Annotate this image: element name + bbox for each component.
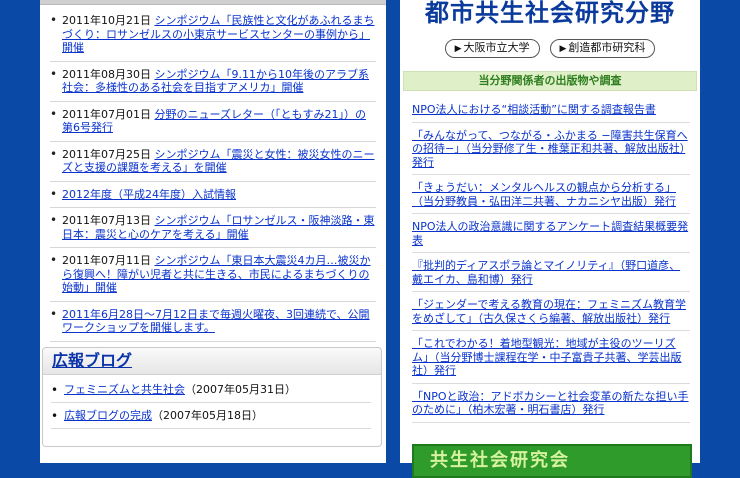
left-column: 2011年10月21日 シンポジウム「民族性と文化があふれるまちづくり：ロサンゼ… <box>40 0 386 463</box>
graduate-school-link-button[interactable]: ▶ 創造都市研究科 <box>549 39 656 58</box>
news-item: 2011年08月30日 シンポジウム「9.11から10年後のアラブ系社会：多様性… <box>50 68 376 102</box>
banner-text: 共生社会研究会 <box>430 450 570 471</box>
blog-header: 広報ブログ <box>43 348 381 375</box>
publications-heading: 当分野関係者の出版物や調査 <box>403 71 697 91</box>
site-title: 都市共生社会研究分野 <box>425 0 675 27</box>
publication-item: 「きょうだい：メンタルヘルスの観点から分析する」（当分野教員・弘田洋二共著、ナカ… <box>412 181 690 214</box>
publication-link[interactable]: 「みんながって、つながる・ふかまる −障害共生保育への招待−」（当分野修了生・椎… <box>412 129 688 169</box>
news-link[interactable]: 2011年6月28日〜7月12日まで毎週火曜夜、3回連続で、公開ワークショップを… <box>62 308 370 335</box>
header-links: ▶ 大阪市立大学 ▶ 創造都市研究科 <box>400 39 700 58</box>
publication-item: NPO法人における“相談活動”に関する調査報告書 <box>412 103 690 123</box>
triangle-right-icon: ▶ <box>559 44 567 54</box>
publication-link[interactable]: 『批判的ディアスポラ論とマイノリティ』（野口道彦、戴エイカ、島和博）発行 <box>412 259 680 286</box>
publication-link[interactable]: NPO法人における“相談活動”に関する調査報告書 <box>412 103 656 116</box>
news-item: 2011年07月11日 シンポジウム「東日本大震災4カ月…被災から復興へ！障がい… <box>50 254 376 302</box>
news-item: 2012年度（平成24年度）入試情報 <box>50 188 376 208</box>
publication-link[interactable]: 「きょうだい：メンタルヘルスの観点から分析する」（当分野教員・弘田洋二共著、ナカ… <box>412 181 676 208</box>
right-column: 都市共生社会研究分野 ▶ 大阪市立大学 ▶ 創造都市研究科 当分野関係者の出版物や調… <box>400 0 700 478</box>
publication-item: 「ジェンダーで考える教育の現在：フェミニズム教育学をめざして」（古久保さくら編著… <box>412 298 690 331</box>
publication-item: 「NPOと政治：アドボカシーと社会変革の新たな担い手のために」（柏木宏著・明石書… <box>412 390 690 423</box>
publication-item: 「みんながって、つながる・ふかまる −障害共生保育への招待−」（当分野修了生・椎… <box>412 129 690 175</box>
blog-item: 広報ブログの完成（2007年05月18日） <box>51 409 371 429</box>
university-link-button[interactable]: ▶ 大阪市立大学 <box>444 39 540 58</box>
news-list: 2011年10月21日 シンポジウム「民族性と文化があふれるまちづくり：ロサンゼ… <box>40 5 386 342</box>
news-item: 2011年6月28日〜7月12日まで毎週火曜夜、3回連続で、公開ワークショップを… <box>50 308 376 342</box>
blog-link[interactable]: フェミニズムと共生社会 <box>64 383 185 396</box>
news-link[interactable]: 2012年度（平成24年度）入試情報 <box>62 188 236 201</box>
blog-box: 広報ブログ フェミニズムと共生社会（2007年05月31日） 広報ブログの完成（… <box>42 347 382 447</box>
publication-item: NPO法人の政治意識に関するアンケート調査結果概要発表 <box>412 220 690 253</box>
news-item: 2011年07月25日 シンポジウム「震災と女性：被災女性のニーズと支援の課題を… <box>50 148 376 182</box>
publication-item: 「これでわかる！着地型観光：地域が主役のツーリズム」（当分野博士課程在学・中子富… <box>412 337 690 384</box>
news-item: 2011年10月21日 シンポジウム「民族性と文化があふれるまちづくり：ロサンゼ… <box>50 14 376 62</box>
publication-link[interactable]: 「NPOと政治：アドボカシーと社会変革の新たな担い手のために」（柏木宏著・明石書… <box>412 390 689 417</box>
publications-list: NPO法人における“相談活動”に関する調査報告書 「みんながって、つながる・ふか… <box>400 91 700 423</box>
blog-list: フェミニズムと共生社会（2007年05月31日） 広報ブログの完成（2007年0… <box>43 375 381 429</box>
blog-link[interactable]: 広報ブログの完成 <box>64 409 152 422</box>
publication-item: 『批判的ディアスポラ論とマイノリティ』（野口道彦、戴エイカ、島和博）発行 <box>412 259 690 292</box>
publication-link[interactable]: NPO法人の政治意識に関するアンケート調査結果概要発表 <box>412 220 688 247</box>
blog-item: フェミニズムと共生社会（2007年05月31日） <box>51 383 371 403</box>
publication-link[interactable]: 「ジェンダーで考える教育の現在：フェミニズム教育学をめざして」（古久保さくら編著… <box>412 298 686 325</box>
green-banner[interactable]: 共生社会研究会 <box>412 444 692 478</box>
news-item: 2011年07月01日 分野のニューズレター（「ともすみ21」）の第6号発行 <box>50 108 376 142</box>
publication-link[interactable]: 「これでわかる！着地型観光：地域が主役のツーリズム」（当分野博士課程在学・中子富… <box>412 337 682 377</box>
blog-title-link[interactable]: 広報ブログ <box>52 353 132 369</box>
triangle-right-icon: ▶ <box>454 44 462 54</box>
news-item: 2011年07月13日 シンポジウム「ロサンゼルス・阪神淡路・東日本：震災と心の… <box>50 214 376 248</box>
